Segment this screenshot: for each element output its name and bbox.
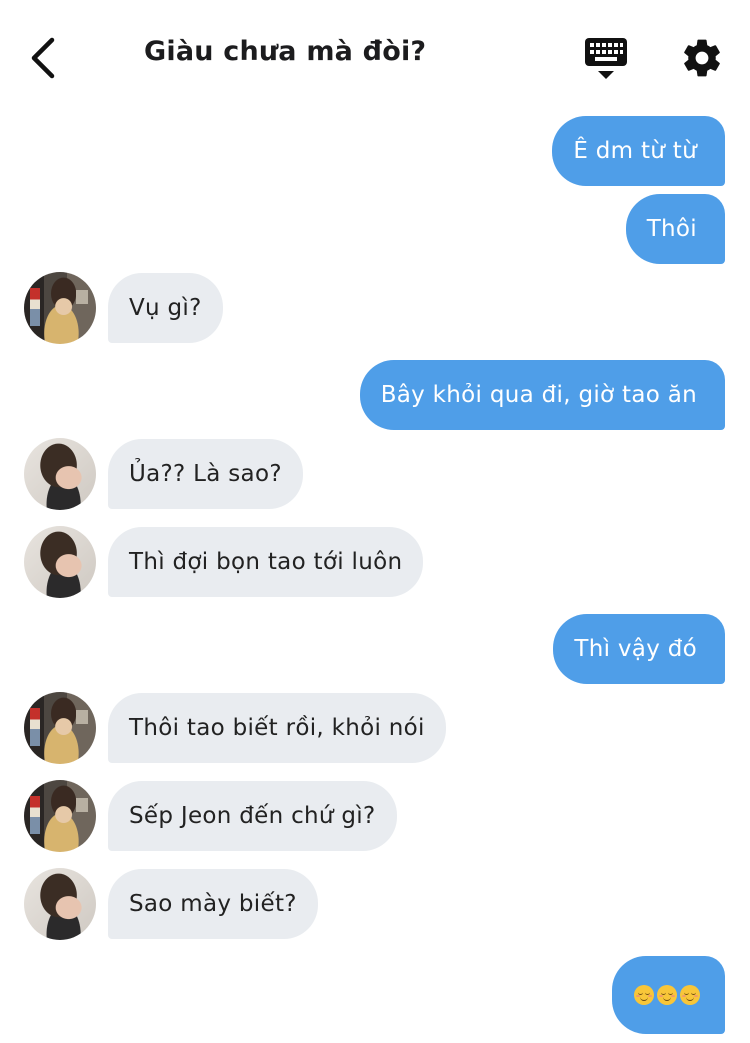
message-bubble-incoming[interactable]: Vụ gì? bbox=[108, 273, 223, 343]
message-bubble-outgoing[interactable]: Thì vậy đó bbox=[553, 614, 725, 684]
message-text: Thì đợi bọn tao tới luôn bbox=[129, 549, 403, 575]
keyboard-toggle-button[interactable] bbox=[583, 36, 629, 82]
chat-title: Giàu chưa mà đòi? bbox=[144, 36, 427, 67]
message-text: Ê dm từ từ bbox=[573, 138, 697, 164]
message-bubble-incoming[interactable]: Ủa?? Là sao? bbox=[108, 439, 303, 509]
chat-header: Giàu chưa mà đòi? bbox=[0, 0, 750, 112]
settings-button[interactable] bbox=[680, 36, 724, 80]
message-text: Thôi bbox=[646, 216, 697, 242]
avatar[interactable] bbox=[24, 692, 96, 764]
message-bubble-outgoing[interactable]: Thôi bbox=[625, 194, 725, 264]
message-text: Bây khỏi qua đi, giờ tao ăn bbox=[380, 382, 697, 408]
message-text: Sao mày biết? bbox=[129, 891, 297, 917]
message-bubble-incoming[interactable]: Sếp Jeon đến chứ gì? bbox=[108, 781, 397, 851]
message-bubble-outgoing[interactable]: Bây khỏi qua đi, giờ tao ăn bbox=[359, 360, 725, 430]
message-bubble-outgoing[interactable]: Ê dm từ từ bbox=[552, 116, 725, 186]
gear-icon bbox=[684, 39, 720, 77]
message-bubble-incoming[interactable]: Thôi tao biết rồi, khỏi nói bbox=[108, 693, 446, 763]
message-bubble-incoming[interactable]: Thì đợi bọn tao tới luôn bbox=[108, 527, 424, 597]
relieved-face-icon bbox=[634, 985, 654, 1005]
avatar[interactable] bbox=[24, 868, 96, 940]
message-bubble-outgoing[interactable] bbox=[612, 956, 725, 1034]
message-bubble-incoming[interactable]: Sao mày biết? bbox=[108, 869, 318, 939]
message-text: Thôi tao biết rồi, khỏi nói bbox=[129, 715, 425, 741]
avatar[interactable] bbox=[24, 526, 96, 598]
message-text: Vụ gì? bbox=[129, 295, 202, 321]
relieved-face-icon bbox=[657, 985, 677, 1005]
avatar[interactable] bbox=[24, 780, 96, 852]
avatar[interactable] bbox=[24, 438, 96, 510]
message-text: Sếp Jeon đến chứ gì? bbox=[129, 803, 376, 829]
keyboard-hide-icon bbox=[585, 38, 627, 79]
chevron-left-icon bbox=[31, 37, 55, 79]
message-text: Ủa?? Là sao? bbox=[129, 461, 282, 487]
back-button[interactable] bbox=[22, 32, 70, 84]
relieved-face-icon bbox=[680, 985, 700, 1005]
avatar[interactable] bbox=[24, 272, 96, 344]
message-text: Thì vậy đó bbox=[574, 636, 697, 662]
